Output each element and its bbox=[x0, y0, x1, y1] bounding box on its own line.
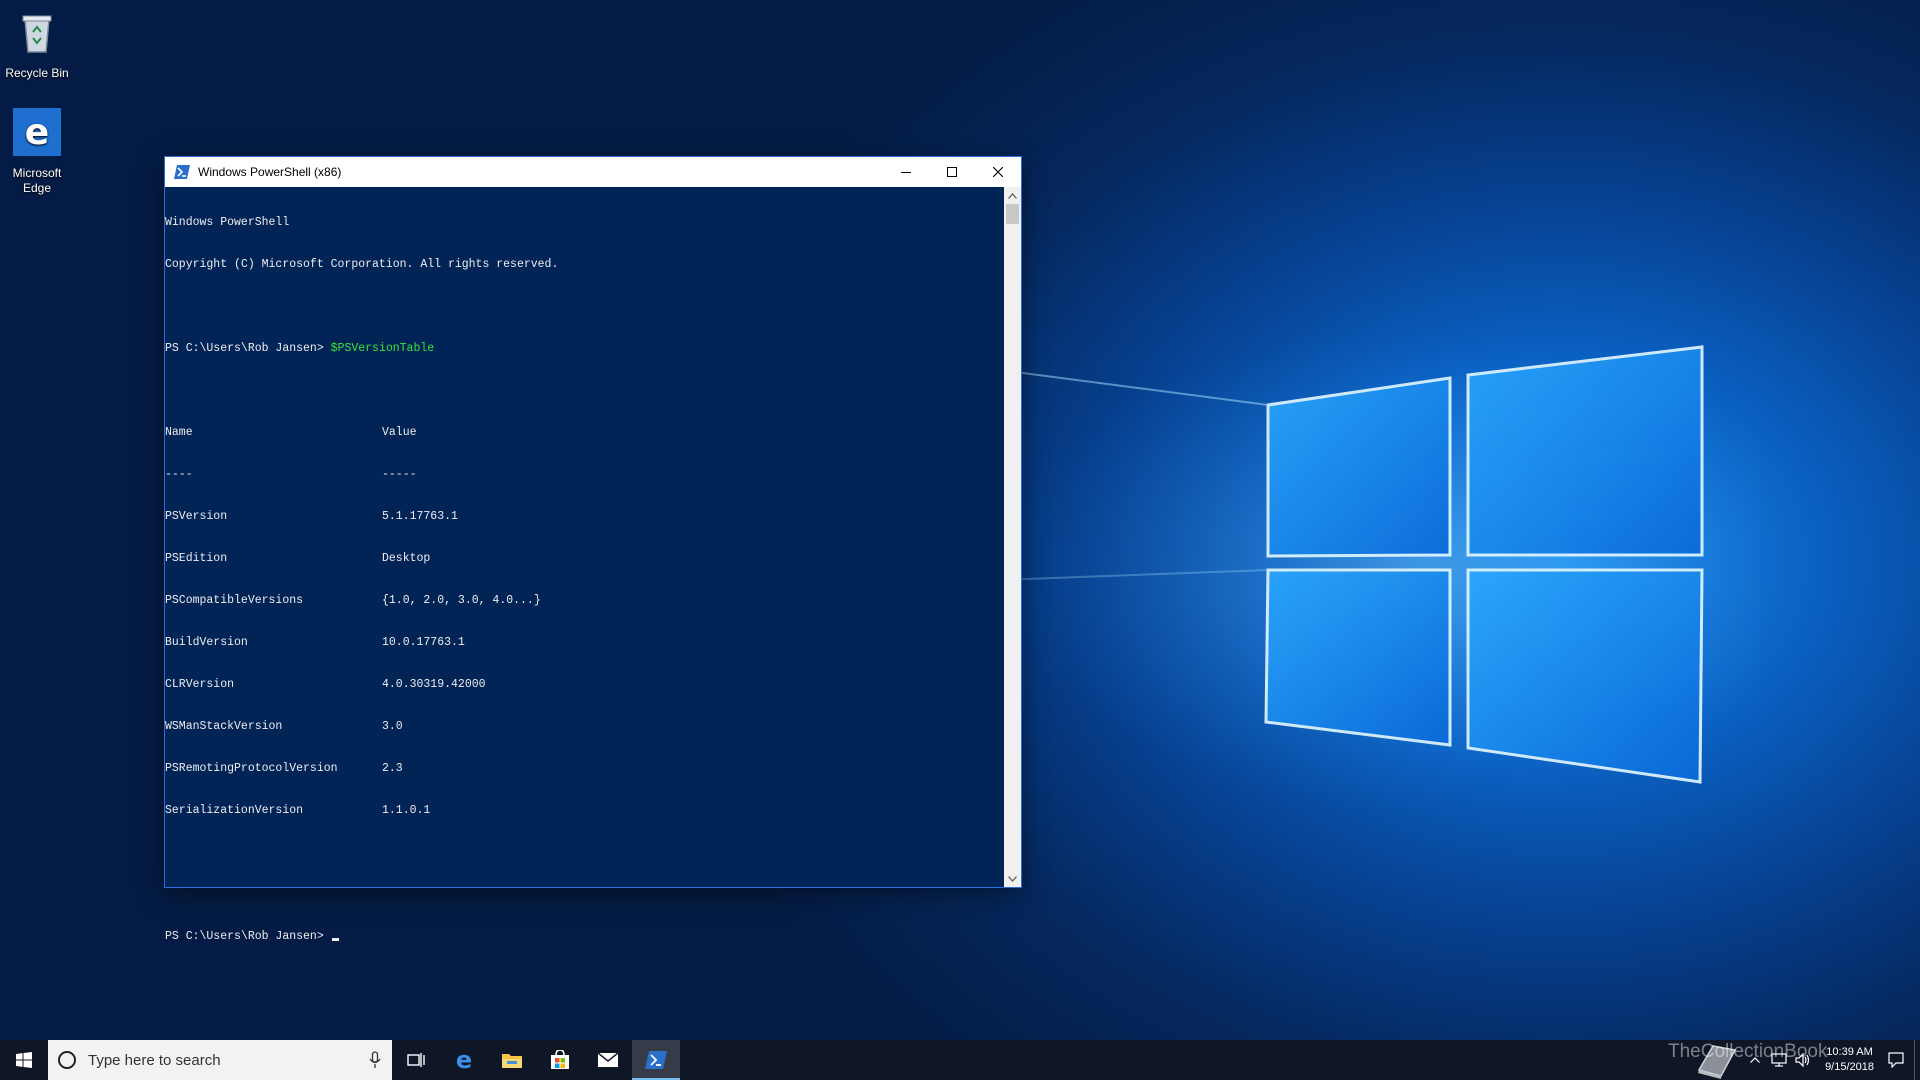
show-desktop-button[interactable] bbox=[1914, 1040, 1920, 1080]
table-cell-value: 5.1.17763.1 bbox=[382, 510, 458, 523]
banner-line-2: Copyright (C) Microsoft Corporation. All… bbox=[165, 258, 559, 271]
table-row: CLRVersion 4.0.30319.42000 bbox=[165, 678, 1004, 692]
minimize-button[interactable] bbox=[883, 157, 929, 187]
title-bar[interactable]: Windows PowerShell (x86) bbox=[165, 157, 1021, 187]
mail-icon bbox=[597, 1052, 619, 1067]
scroll-down-button[interactable] bbox=[1004, 870, 1021, 887]
scrollbar-thumb[interactable] bbox=[1006, 204, 1019, 224]
table-header-value: Value bbox=[382, 426, 417, 439]
table-cell-value: 2.3 bbox=[382, 762, 403, 775]
powershell-icon bbox=[174, 165, 190, 179]
table-row: WSManStackVersion 3.0 bbox=[165, 720, 1004, 734]
taskbar-powershell[interactable] bbox=[632, 1040, 680, 1080]
powershell-window[interactable]: Windows PowerShell (x86) Windows PowerSh… bbox=[164, 156, 1022, 943]
notification-icon bbox=[1888, 1052, 1904, 1068]
chevron-down-icon bbox=[1008, 875, 1017, 882]
prompt: PS C:\Users\Rob Jansen> bbox=[165, 342, 324, 355]
microsoft-edge-label: Microsoft Edge bbox=[12, 166, 62, 195]
chevron-up-icon bbox=[1008, 192, 1017, 199]
table-cell-value: 3.0 bbox=[382, 720, 403, 733]
start-button[interactable] bbox=[0, 1040, 48, 1080]
table-header-row: Name Value bbox=[165, 426, 1004, 440]
table-cell-value: 1.1.0.1 bbox=[382, 804, 431, 817]
task-view-button[interactable] bbox=[392, 1040, 440, 1080]
table-cell-value: 10.0.17763.1 bbox=[382, 636, 465, 649]
maximize-button[interactable] bbox=[929, 157, 975, 187]
edge-icon: e bbox=[13, 108, 61, 156]
wallpaper-windows-logo bbox=[1000, 330, 1760, 810]
maximize-icon bbox=[947, 167, 957, 177]
file-explorer-icon bbox=[502, 1054, 522, 1068]
banner-line-1: Windows PowerShell bbox=[165, 216, 290, 229]
table-cell-value: Desktop bbox=[382, 552, 431, 565]
table-cell-name: CLRVersion bbox=[165, 678, 235, 691]
table-underline-value: ----- bbox=[382, 468, 417, 481]
table-cell-value: {1.0, 2.0, 3.0, 4.0...} bbox=[382, 594, 541, 607]
table-cell-value: 4.0.30319.42000 bbox=[382, 678, 486, 691]
minimize-icon bbox=[901, 172, 911, 173]
scroll-up-button[interactable] bbox=[1004, 187, 1021, 204]
action-center-button[interactable] bbox=[1884, 1040, 1908, 1080]
text-cursor bbox=[331, 938, 339, 941]
microphone-icon[interactable] bbox=[368, 1051, 382, 1069]
svg-text:e: e bbox=[25, 112, 49, 153]
table-row: SerializationVersion 1.1.0.1 bbox=[165, 804, 1004, 818]
task-view-icon bbox=[407, 1053, 425, 1067]
command-text: $PSVersionTable bbox=[330, 342, 435, 355]
search-placeholder: Type here to search bbox=[88, 1051, 221, 1069]
input-line[interactable]: PS C:\Users\Rob Jansen> bbox=[165, 930, 1004, 944]
clock-date: 9/15/2018 bbox=[1825, 1061, 1874, 1073]
close-button[interactable] bbox=[975, 157, 1021, 187]
table-underline-name: ---- bbox=[165, 468, 193, 481]
cortana-icon bbox=[58, 1051, 76, 1069]
search-box[interactable]: Type here to search bbox=[48, 1040, 392, 1080]
vertical-scrollbar[interactable] bbox=[1004, 187, 1021, 887]
console-output[interactable]: Windows PowerShell Copyright (C) Microso… bbox=[165, 187, 1004, 943]
table-cell-name: BuildVersion bbox=[165, 636, 248, 649]
edge-icon: e bbox=[456, 1048, 472, 1072]
table-row: BuildVersion 10.0.17763.1 bbox=[165, 636, 1004, 650]
clock-time: 10:39 AM bbox=[1826, 1046, 1873, 1058]
taskbar: Type here to search e 10:39 AM 9/15/2018 bbox=[0, 1040, 1920, 1080]
table-cell-name: SerializationVersion bbox=[165, 804, 304, 817]
table-cell-name: PSVersion bbox=[165, 510, 228, 523]
desktop-icon-microsoft-edge[interactable]: e Microsoft Edge bbox=[0, 106, 75, 196]
svg-text:e: e bbox=[456, 1048, 472, 1072]
table-underline-row: ---- ----- bbox=[165, 468, 1004, 482]
table-cell-name: PSCompatibleVersions bbox=[165, 594, 304, 607]
final-prompt: PS C:\Users\Rob Jansen> bbox=[165, 930, 324, 943]
table-row: PSEdition Desktop bbox=[165, 552, 1004, 566]
table-cell-name: WSManStackVersion bbox=[165, 720, 283, 733]
table-cell-name: PSRemotingProtocolVersion bbox=[165, 762, 338, 775]
desktop-icon-recycle-bin[interactable]: Recycle Bin bbox=[0, 6, 75, 81]
taskbar-mail[interactable] bbox=[584, 1040, 632, 1080]
window-title: Windows PowerShell (x86) bbox=[198, 165, 342, 179]
table-row: PSVersion 5.1.17763.1 bbox=[165, 510, 1004, 524]
table-header-name: Name bbox=[165, 426, 193, 439]
taskbar-file-explorer[interactable] bbox=[488, 1040, 536, 1080]
table-row: PSCompatibleVersions {1.0, 2.0, 3.0, 4.0.… bbox=[165, 594, 1004, 608]
command-line: PS C:\Users\Rob Jansen> $PSVersionTable bbox=[165, 342, 1004, 356]
table-row: PSRemotingProtocolVersion 2.3 bbox=[165, 762, 1004, 776]
powershell-icon bbox=[645, 1051, 667, 1069]
windows-logo-icon bbox=[16, 1052, 32, 1068]
store-icon bbox=[551, 1050, 569, 1069]
recycle-bin-icon bbox=[22, 15, 52, 53]
taskbar-store[interactable] bbox=[536, 1040, 584, 1080]
close-icon bbox=[993, 167, 1003, 177]
watermark-text: TheCollectionBook bbox=[1668, 1041, 1828, 1062]
recycle-bin-label: Recycle Bin bbox=[5, 66, 69, 80]
taskbar-edge[interactable]: e bbox=[440, 1040, 488, 1080]
table-cell-name: PSEdition bbox=[165, 552, 228, 565]
